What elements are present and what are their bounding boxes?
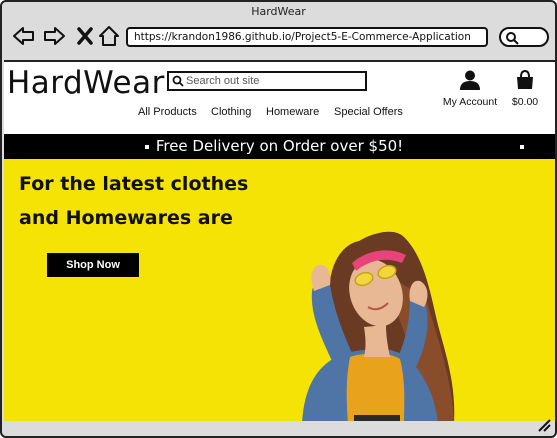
shopping-bag-icon bbox=[517, 69, 533, 89]
nav-clothing[interactable]: Clothing bbox=[211, 106, 251, 118]
hero-section: For the latest clothes and Homewares are… bbox=[4, 159, 555, 421]
nav-all-products[interactable]: All Products bbox=[138, 106, 197, 118]
site-search-input[interactable] bbox=[186, 73, 364, 89]
close-icon[interactable] bbox=[73, 24, 97, 48]
resize-grip-icon[interactable] bbox=[537, 418, 551, 432]
site-logo[interactable]: HardWear bbox=[7, 65, 165, 101]
my-account-link[interactable]: My Account bbox=[440, 70, 500, 108]
browser-toolbar: https://krandon1986.github.io/Project5-E… bbox=[2, 22, 555, 52]
banner-dot bbox=[520, 145, 524, 149]
browser-search-button[interactable] bbox=[499, 27, 549, 47]
main-nav: All Products Clothing Homeware Special O… bbox=[4, 106, 555, 122]
site-search-box[interactable] bbox=[167, 71, 367, 91]
promo-text: Free Delivery on Order over $50! bbox=[155, 137, 404, 155]
user-icon bbox=[460, 70, 480, 90]
shop-now-button[interactable]: Shop Now bbox=[47, 253, 139, 277]
cart-link[interactable]: $0.00 bbox=[507, 69, 543, 108]
forward-arrow-icon[interactable] bbox=[42, 24, 66, 48]
search-icon bbox=[172, 75, 184, 87]
banner-dot bbox=[145, 145, 149, 149]
page-viewport: HardWear My Account $0.00 All Products C… bbox=[4, 60, 555, 421]
home-icon[interactable] bbox=[97, 24, 121, 48]
search-icon bbox=[506, 32, 519, 45]
hero-image bbox=[302, 231, 455, 421]
url-bar[interactable]: https://krandon1986.github.io/Project5-E… bbox=[126, 27, 488, 47]
window-title: HardWear bbox=[251, 5, 306, 18]
nav-homeware[interactable]: Homeware bbox=[266, 106, 319, 118]
browser-window: HardWear https://krandon1986.github.io/P… bbox=[0, 0, 557, 438]
promo-banner: Free Delivery on Order over $50! bbox=[4, 134, 555, 159]
nav-special-offers[interactable]: Special Offers bbox=[334, 106, 403, 118]
back-arrow-icon[interactable] bbox=[12, 24, 36, 48]
